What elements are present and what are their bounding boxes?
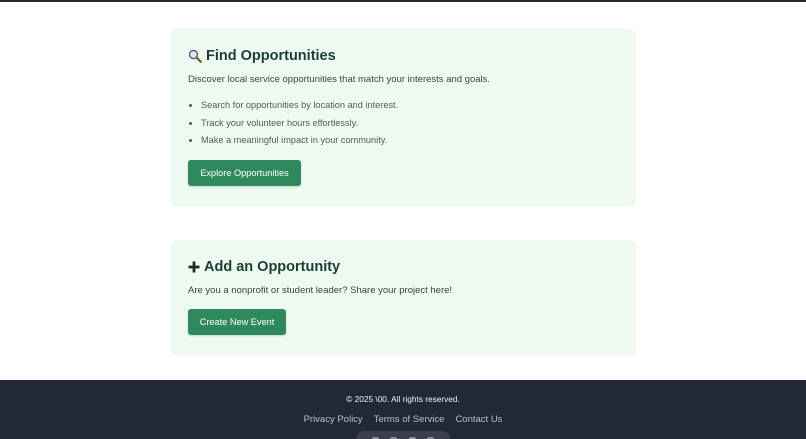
contact-us-link[interactable]: Contact Us	[455, 414, 502, 425]
plus-icon	[188, 261, 200, 273]
floating-toolbar[interactable]	[356, 431, 450, 439]
footer-links: Privacy Policy Terms of Service Contact …	[0, 414, 806, 425]
add-opportunity-card: Add an Opportunity Are you a nonprofit o…	[171, 240, 636, 354]
terms-of-service-link[interactable]: Terms of Service	[374, 414, 445, 425]
list-item: Track your volunteer hours effortlessly.	[188, 118, 398, 136]
add-opportunity-title: Add an Opportunity	[188, 259, 340, 275]
create-new-event-button[interactable]: Create New Event	[188, 309, 286, 335]
find-opportunities-title: Find Opportunities	[188, 48, 336, 64]
add-opportunity-description: Are you a nonprofit or student leader? S…	[188, 285, 453, 296]
list-item: Search for opportunities by location and…	[188, 100, 398, 118]
privacy-policy-link[interactable]: Privacy Policy	[304, 414, 363, 425]
magnifying-glass-icon	[188, 49, 202, 63]
find-opportunities-card: Find Opportunities Discover local servic…	[171, 29, 636, 205]
find-opportunities-description: Discover local service opportunities tha…	[188, 74, 491, 85]
copyright-text: © 2025 \00. All rights reserved.	[346, 394, 460, 404]
list-item: Make a meaningful impact in your communi…	[188, 135, 398, 153]
bullet-icon	[189, 139, 192, 143]
explore-opportunities-button[interactable]: Explore Opportunities	[188, 160, 301, 186]
bullet-icon	[189, 104, 192, 107]
bullet-icon	[189, 121, 192, 125]
feature-list: Search for opportunities by location and…	[188, 100, 398, 153]
add-opportunity-title-text: Add an Opportunity	[204, 259, 341, 275]
top-border	[0, 0, 806, 2]
find-opportunities-title-text: Find Opportunities	[206, 48, 336, 64]
